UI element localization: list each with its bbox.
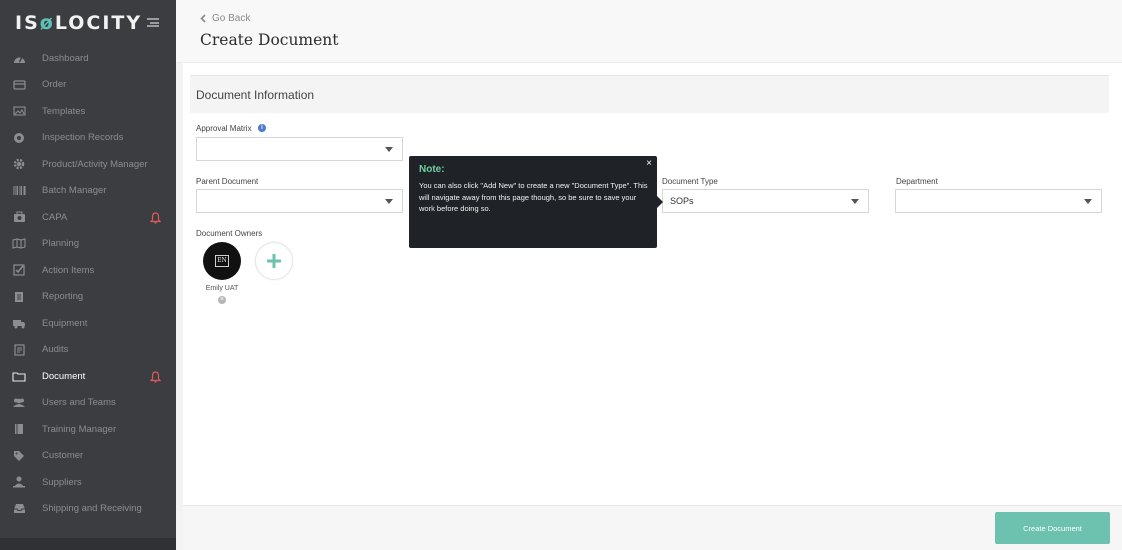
parent-document-label: Parent Document [196,177,259,186]
go-back-link[interactable]: Go Back [200,13,250,24]
sidebar-item-label: Action Items [42,264,95,276]
close-icon[interactable]: × [646,159,652,169]
sidebar-item-capa[interactable]: CAPA [0,204,176,231]
owner-name: Emily UAT [205,285,239,292]
sidebar-item-label: Product/Activity Manager [42,158,148,170]
document-type-select[interactable]: SOPs [662,189,869,213]
sidebar-item-shipping-and-receiving[interactable]: Shipping and Receiving [0,496,176,523]
sidebar-item-batch-manager[interactable]: Batch Manager [0,178,176,205]
sidebar-item-label: Customer [42,450,84,462]
sidebar-item-label: Inspection Records [42,132,124,144]
sidebar-item-label: Batch Manager [42,185,107,197]
avatar[interactable]: EN [203,242,241,280]
sidebar-item-templates[interactable]: Templates [0,98,176,125]
note-tooltip: Note: × You can also click "Add New" to … [409,156,663,248]
page-footer [183,505,1122,550]
tag-icon [12,449,26,463]
order-icon [12,78,26,92]
sidebar: ISøLOCITY Dashboard Order Templates Inspect… [0,0,176,550]
sidebar-item-customer[interactable]: Customer [0,443,176,470]
caret-down-icon [385,199,393,204]
sidebar-item-label: Users and Teams [42,397,116,409]
create-document-button[interactable]: Create Document [995,512,1110,544]
sidebar-item-users-and-teams[interactable]: Users and Teams [0,390,176,417]
templates-icon [12,104,26,118]
capa-icon [12,210,26,224]
chevron-left-icon [200,14,206,23]
users-icon [12,396,26,410]
checkbox-icon [12,263,26,277]
section-title: Document Information [196,88,315,102]
document-type-label: Document Type [662,177,718,186]
sidebar-item-label: Suppliers [42,476,82,488]
add-owner-button[interactable] [255,242,293,280]
supplier-icon [12,475,26,489]
info-icon[interactable]: i [258,124,266,132]
sidebar-item-action-items[interactable]: Action Items [0,257,176,284]
sidebar-item-suppliers[interactable]: Suppliers [0,469,176,496]
plus-icon [267,254,281,268]
sidebar-footer [0,538,176,550]
caret-down-icon [851,199,859,204]
truck-icon [12,316,26,330]
menu-toggle-icon[interactable] [147,18,159,27]
sidebar-nav: Dashboard Order Templates Inspection Record… [0,45,176,522]
bell-icon[interactable] [149,211,162,224]
map-icon [12,237,26,251]
folder-icon [12,369,26,383]
inbox-icon [12,502,26,516]
book-icon [12,422,26,436]
caret-down-icon [385,147,393,152]
sidebar-item-label: Equipment [42,317,88,329]
sidebar-item-product-activity-manager[interactable]: Product/Activity Manager [0,151,176,178]
sidebar-item-planning[interactable]: Planning [0,231,176,258]
sidebar-item-label: Shipping and Receiving [42,503,142,515]
audit-icon [12,343,26,357]
document-owners-label: Document Owners [196,229,263,238]
sidebar-item-reporting[interactable]: Reporting [0,284,176,311]
sidebar-item-label: Dashboard [42,52,89,64]
page-title: Create Document [200,31,339,49]
sidebar-item-label: Training Manager [42,423,117,435]
tooltip-arrow [657,196,663,208]
sidebar-item-label: Reporting [42,291,84,303]
barcode-icon [12,184,26,198]
note-title: Note: [419,164,445,175]
parent-document-select[interactable] [196,189,403,213]
sidebar-item-audits[interactable]: Audits [0,337,176,364]
approval-matrix-select[interactable] [196,137,403,161]
sidebar-item-training-manager[interactable]: Training Manager [0,416,176,443]
sidebar-item-equipment[interactable]: Equipment [0,310,176,337]
sidebar-item-label: CAPA [42,211,68,223]
app-logo[interactable]: ISøLOCITY [15,12,142,34]
note-body: You can also click "Add New" to create a… [419,181,648,213]
content-gutter [176,0,183,550]
bell-icon[interactable] [149,370,162,383]
inspection-icon [12,131,26,145]
sidebar-item-document[interactable]: Document [0,363,176,390]
caret-down-icon [1084,199,1092,204]
department-label: Department [896,177,938,186]
section-header: Document Information [190,75,1109,113]
gear-icon [12,157,26,171]
sidebar-item-label: Planning [42,238,79,250]
sidebar-item-order[interactable]: Order [0,72,176,99]
avatar-initials: EN [215,255,229,267]
sidebar-item-inspection-records[interactable]: Inspection Records [0,125,176,152]
sidebar-item-label: Templates [42,105,86,117]
report-icon [12,290,26,304]
go-back-label: Go Back [212,13,251,24]
approval-matrix-label: Approval Matrix [196,124,252,133]
sidebar-item-label: Document [42,370,86,382]
remove-owner-icon[interactable]: × [218,296,226,304]
sidebar-item-label: Order [42,79,67,91]
department-select[interactable] [895,189,1102,213]
sidebar-item-label: Audits [42,344,69,356]
page-header: Go Back Create Document [176,0,1122,63]
document-type-value: SOPs [670,196,694,206]
dashboard-icon [12,51,26,65]
sidebar-item-dashboard[interactable]: Dashboard [0,45,176,72]
